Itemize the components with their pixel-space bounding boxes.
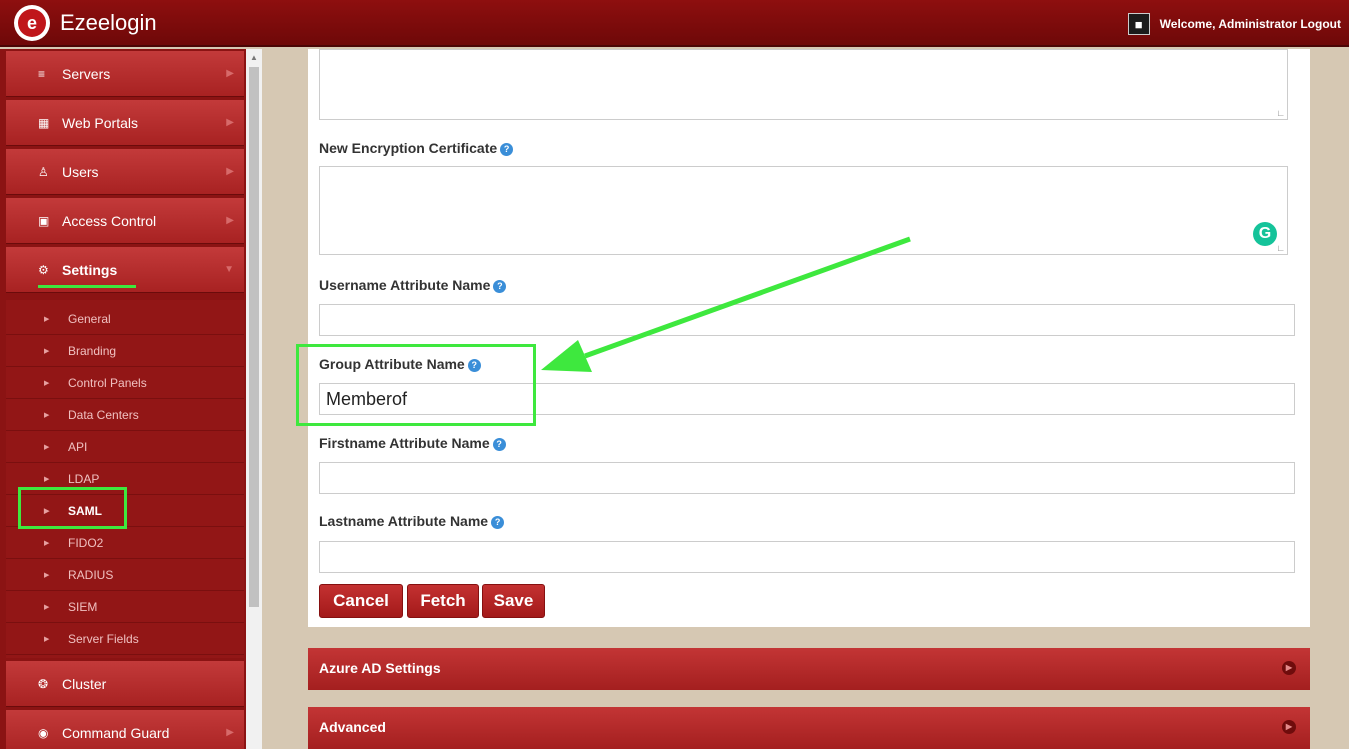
arrow-shaft [584, 236, 911, 359]
arrow-head [541, 340, 592, 372]
annotation-arrow-icon [541, 236, 911, 372]
